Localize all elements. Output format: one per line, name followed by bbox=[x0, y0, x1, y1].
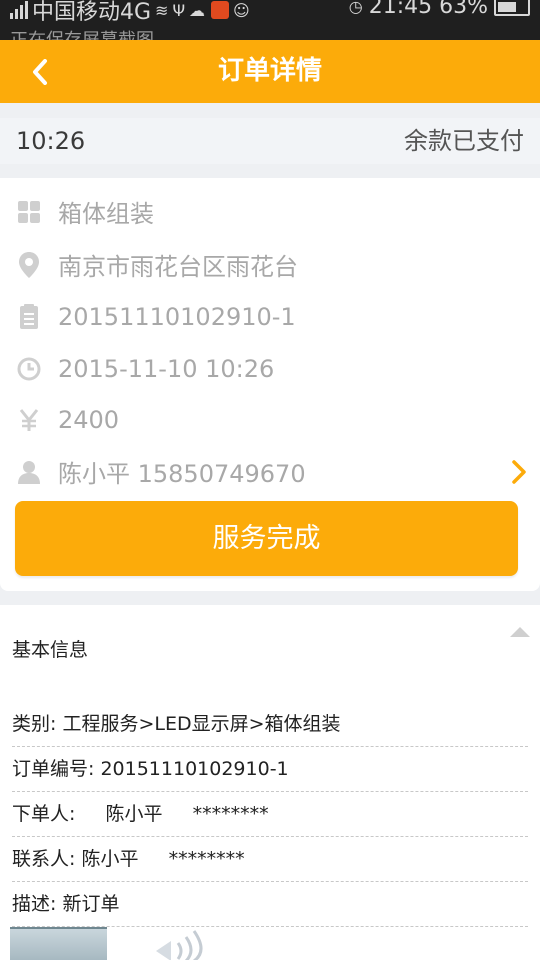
clock-icon bbox=[16, 356, 42, 382]
address-row: 南京市雨花台区雨花台 bbox=[0, 239, 540, 290]
order-status-row: 10:26 余款已支付 bbox=[0, 118, 540, 164]
wifi-icon: ≋ bbox=[155, 0, 169, 20]
page-title: 订单详情 bbox=[217, 56, 322, 86]
contact-person-label: 联系人: bbox=[12, 848, 76, 870]
price-row: 2400 bbox=[0, 394, 540, 445]
basic-info-title: 基本信息 bbox=[12, 639, 89, 661]
category-row: 类别: 工程服务>LED显示屏>箱体组装 bbox=[12, 702, 528, 747]
carrier-label: 中国移动4G bbox=[32, 0, 152, 25]
description-value: 新订单 bbox=[62, 893, 120, 915]
carrier-group: 中国移动4G ≋ Ψ ☁ ☺ bbox=[10, 0, 250, 26]
contact-row[interactable]: 陈小平 15850749670 bbox=[0, 446, 540, 497]
audio-speaker-icon[interactable] bbox=[126, 921, 216, 960]
orderer-row: 下单人: 陈小平 ******** bbox=[12, 792, 528, 837]
service-complete-button[interactable]: 服务完成 bbox=[15, 501, 518, 576]
back-button[interactable] bbox=[28, 40, 68, 103]
message-icon: ☺ bbox=[233, 0, 250, 20]
service-type-text: 箱体组装 bbox=[58, 200, 154, 228]
clock-battery-label: 21:45 63% bbox=[368, 0, 488, 19]
order-time: 10:26 bbox=[16, 127, 86, 155]
collapse-arrow-icon[interactable] bbox=[510, 627, 530, 637]
app-notification-icon bbox=[211, 1, 230, 19]
chevron-right-icon[interactable] bbox=[512, 460, 526, 488]
signal-icon bbox=[10, 1, 28, 19]
description-row: 描述: 新订单 bbox=[12, 882, 528, 927]
location-pin-icon bbox=[16, 251, 42, 278]
contact-person-row: 联系人: 陈小平 ******** bbox=[12, 837, 528, 882]
service-type-row: 箱体组装 bbox=[0, 186, 540, 237]
order-number-text: 20151110102910-1 bbox=[58, 302, 296, 331]
payment-status: 余款已支付 bbox=[404, 127, 524, 155]
app-header: 订单详情 bbox=[0, 40, 540, 103]
price-text: 2400 bbox=[58, 405, 120, 434]
contact-person-phone: ******** bbox=[168, 848, 245, 870]
system-status-bar: 中国移动4G ≋ Ψ ☁ ☺ ◷ 21:45 63% 正在保存屏幕截图 bbox=[0, 0, 540, 40]
contact-person-name: 陈小平 bbox=[81, 848, 139, 870]
order-no-value: 20151110102910-1 bbox=[100, 758, 289, 780]
datetime-row: 2015-11-10 10:26 bbox=[0, 343, 540, 394]
screenshot-notification: 正在保存屏幕截图 bbox=[10, 26, 154, 40]
chat-icon: ☁ bbox=[189, 0, 206, 20]
orderer-name: 陈小平 bbox=[105, 803, 163, 825]
orderer-label: 下单人: bbox=[12, 803, 76, 825]
basic-info-section: 基本信息 类别: 工程服务>LED显示屏>箱体组装 订单编号: 20151110… bbox=[0, 605, 540, 960]
orderer-phone: ******** bbox=[192, 803, 269, 825]
person-icon bbox=[16, 459, 42, 485]
category-value: 工程服务>LED显示屏>箱体组装 bbox=[62, 713, 341, 735]
description-label: 描述: bbox=[12, 893, 57, 915]
document-icon bbox=[16, 303, 42, 330]
grid-icon bbox=[16, 199, 42, 225]
order-number-row: 20151110102910-1 bbox=[0, 291, 540, 342]
usb-icon: Ψ bbox=[172, 0, 186, 20]
order-no-label: 订单编号: bbox=[12, 758, 95, 780]
photo-thumbnail[interactable] bbox=[10, 927, 107, 960]
battery-icon bbox=[494, 0, 530, 16]
chevron-left-icon bbox=[33, 59, 47, 85]
status-right-group: ◷ 21:45 63% bbox=[345, 0, 530, 19]
address-text: 南京市雨花台区雨花台 bbox=[58, 253, 298, 281]
order-info-card: 箱体组装 南京市雨花台区雨花台 20151110102910-1 2015-11… bbox=[0, 178, 540, 591]
order-no-row: 订单编号: 20151110102910-1 bbox=[12, 747, 528, 792]
yen-icon bbox=[16, 407, 42, 433]
alarm-icon: ◷ bbox=[348, 0, 363, 16]
contact-text: 陈小平 15850749670 bbox=[58, 460, 306, 488]
datetime-text: 2015-11-10 10:26 bbox=[58, 354, 275, 383]
category-label: 类别: bbox=[12, 713, 57, 735]
